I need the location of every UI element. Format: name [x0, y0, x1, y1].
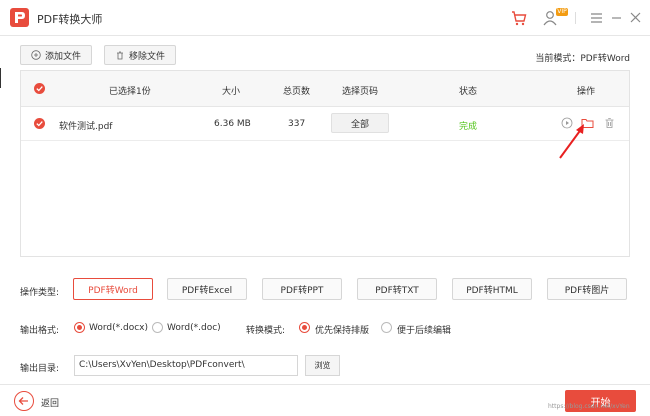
- header-size: 大小: [222, 87, 241, 97]
- radio-keep-layout-label[interactable]: 优先保持排版: [315, 323, 369, 336]
- annotation-arrow: [559, 124, 584, 159]
- minimize-icon[interactable]: [608, 9, 626, 27]
- back-button[interactable]: [14, 391, 34, 411]
- table-header: 已选择1份 大小 总页数 选择页码 状态 操作: [21, 71, 629, 107]
- op-type-label: 操作类型:: [20, 288, 60, 298]
- footer-divider: [0, 384, 650, 385]
- header-selected: 已选择1份: [109, 87, 151, 97]
- file-pages: 337: [288, 119, 306, 129]
- header-actions: 操作: [577, 87, 596, 97]
- app-title: PDF转换大师: [37, 13, 103, 26]
- browse-button[interactable]: 浏览: [305, 355, 340, 376]
- file-name: 软件测试.pdf: [59, 122, 113, 132]
- titlebar-divider: [575, 12, 576, 24]
- format-pdf-to-ppt[interactable]: PDF转PPT: [262, 278, 342, 300]
- app-logo: [10, 8, 29, 27]
- radio-easy-edit[interactable]: [381, 322, 392, 333]
- select-all-checkbox[interactable]: [34, 83, 45, 94]
- title-bar: PDF转换大师 VIP: [0, 0, 650, 36]
- format-pdf-to-html[interactable]: PDF转HTML: [452, 278, 532, 300]
- output-dir-label: 输出目录:: [20, 364, 60, 374]
- convert-mode-label: 转换模式:: [246, 326, 286, 336]
- output-dir-input[interactable]: C:\Users\XvYen\Desktop\PDFconvert\: [74, 355, 298, 376]
- current-mode-value: PDF转Word: [580, 54, 630, 64]
- radio-doc[interactable]: [152, 322, 163, 333]
- radio-doc-label[interactable]: Word(*.doc): [167, 323, 221, 333]
- watermark: https://blog.csdn.net/xvYen: [548, 403, 630, 410]
- close-icon[interactable]: [627, 9, 645, 27]
- radio-easy-edit-label[interactable]: 便于后续编辑: [397, 323, 451, 336]
- cart-icon[interactable]: [510, 9, 528, 27]
- add-file-button[interactable]: 添加文件: [20, 45, 92, 65]
- trash-icon[interactable]: [604, 117, 615, 129]
- header-pages: 总页数: [283, 87, 311, 97]
- header-status: 状态: [459, 87, 478, 97]
- format-pdf-to-word[interactable]: PDF转Word: [73, 278, 153, 300]
- file-table: 已选择1份 大小 总页数 选择页码 状态 操作 软件测试.pdf 6.36 MB…: [20, 70, 630, 257]
- remove-file-label: 移除文件: [128, 51, 165, 62]
- table-row[interactable]: 软件测试.pdf 6.36 MB 337 全部 完成: [21, 107, 629, 141]
- header-page-select: 选择页码: [342, 87, 379, 97]
- menu-icon[interactable]: [588, 9, 606, 27]
- radio-docx-label[interactable]: Word(*.docx): [89, 323, 148, 333]
- current-mode: 当前模式：PDF转Word: [535, 51, 630, 64]
- remove-file-button[interactable]: 移除文件: [104, 45, 176, 65]
- plus-circle-icon: [31, 50, 41, 60]
- file-size: 6.36 MB: [214, 119, 251, 129]
- back-label[interactable]: 返回: [41, 396, 59, 409]
- vip-badge: VIP: [556, 8, 568, 16]
- current-mode-prefix: 当前模式：: [535, 54, 581, 64]
- window-edge-mark: [0, 68, 1, 88]
- radio-docx[interactable]: [74, 322, 85, 333]
- row-checkbox[interactable]: [34, 118, 45, 129]
- format-pdf-to-image[interactable]: PDF转图片: [547, 278, 627, 300]
- format-pdf-to-txt[interactable]: PDF转TXT: [357, 278, 437, 300]
- add-file-label: 添加文件: [44, 51, 81, 62]
- page-select-button[interactable]: 全部: [331, 113, 389, 133]
- output-format-label: 输出格式:: [20, 326, 60, 336]
- status-badge: 完成: [459, 122, 478, 132]
- format-pdf-to-excel[interactable]: PDF转Excel: [167, 278, 247, 300]
- trash-icon: [116, 51, 123, 60]
- arrow-left-icon: [18, 397, 28, 405]
- radio-keep-layout[interactable]: [299, 322, 310, 333]
